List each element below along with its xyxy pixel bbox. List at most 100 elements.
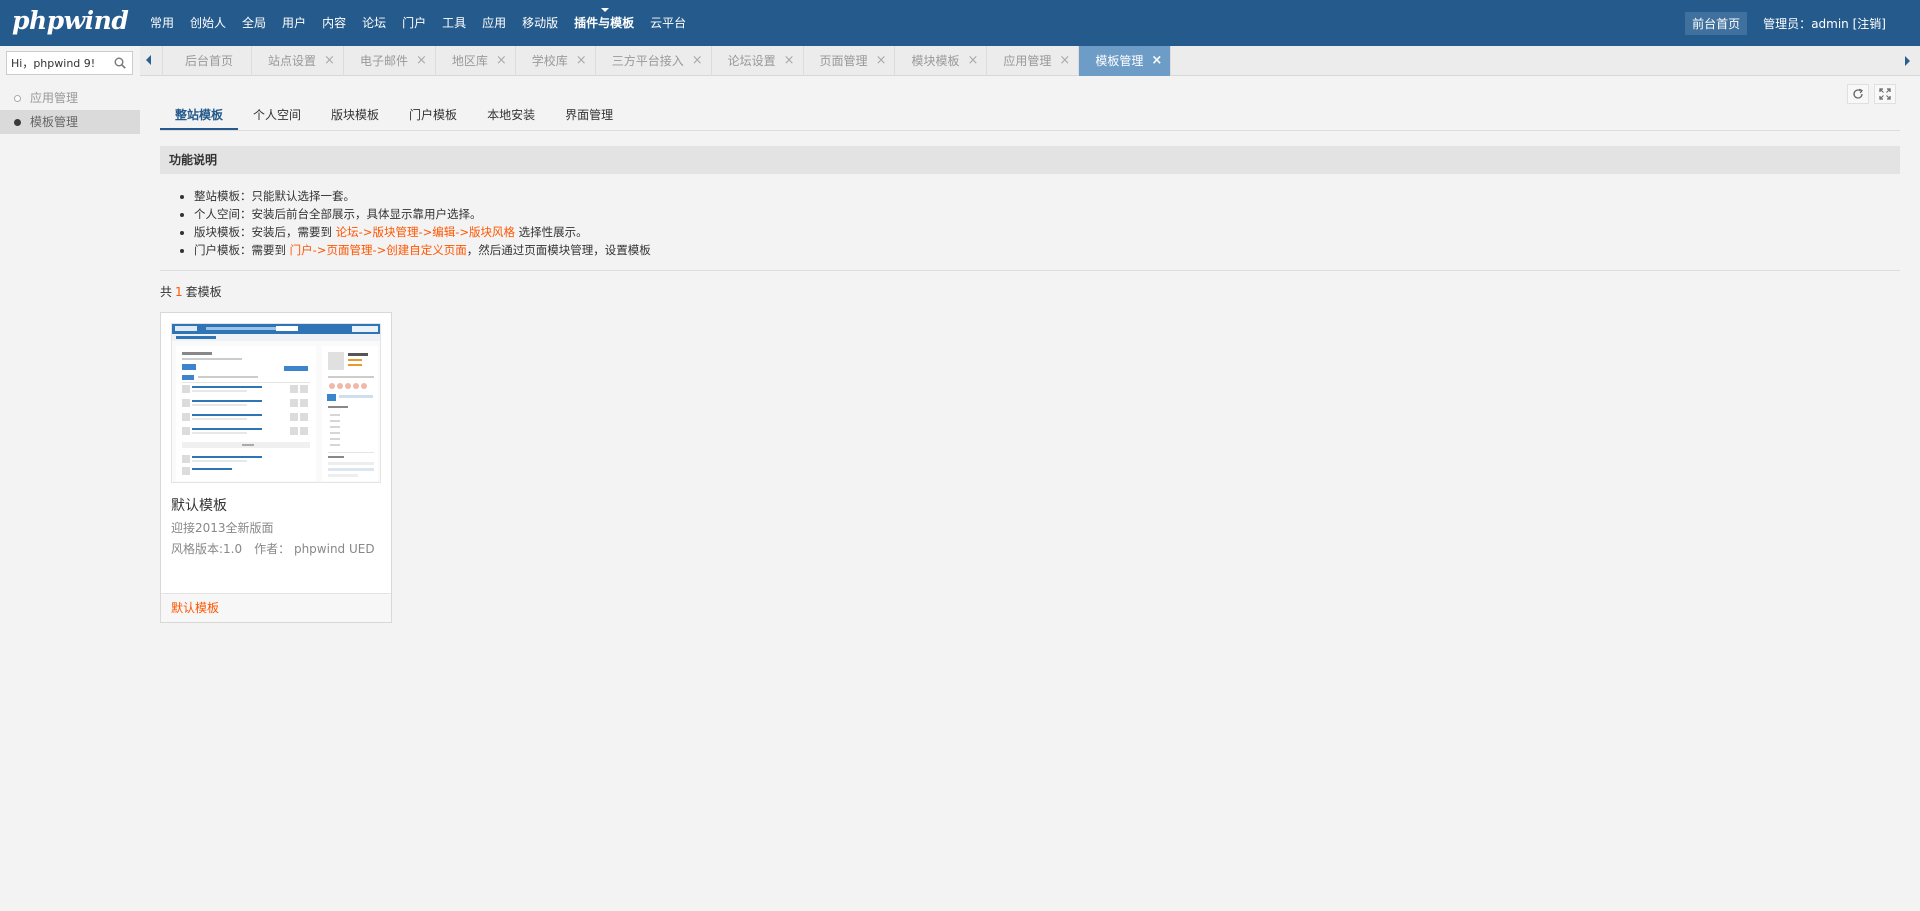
tab-admin-home[interactable]: 后台首页 — [163, 46, 253, 76]
topnav-label: 云平台 — [650, 16, 687, 30]
info-list: 整站模板：只能默认选择一套。 个人空间：安装后前台全部展示，具体显示靠用户选择。… — [194, 187, 1894, 259]
tab-label: 站点设置 — [268, 54, 317, 68]
logout-link[interactable]: [注销] — [1853, 17, 1886, 31]
tab-label: 电子邮件 — [359, 54, 408, 68]
top-navbar: phpwind 常用 创始人 全局 用户 内容 论坛 门户 工具 应用 移动版 … — [0, 0, 1920, 46]
tab-label: 应用管理 — [1003, 54, 1052, 68]
close-icon[interactable]: × — [1151, 46, 1162, 76]
close-icon[interactable]: × — [692, 46, 703, 76]
close-icon[interactable]: × — [576, 46, 587, 76]
topnav-label: 全局 — [242, 16, 267, 30]
sidebar-menu: 应用管理 模板管理 — [0, 86, 140, 134]
topnav-label: 内容 — [322, 16, 347, 30]
refresh-icon — [1853, 88, 1863, 99]
topnav-item-founder[interactable]: 创始人 — [182, 0, 234, 46]
topnav-label: 应用 — [482, 16, 507, 30]
topnav-item-global[interactable]: 全局 — [234, 0, 274, 46]
close-icon[interactable]: × — [876, 46, 887, 76]
template-type-tabs: 整站模板 个人空间 版块模板 门户模板 本地安装 界面管理 — [160, 101, 1900, 131]
info-title: 功能说明 — [160, 146, 1900, 174]
sidebar-item-app-management[interactable]: 应用管理 — [0, 86, 140, 110]
subtab-forum-templates[interactable]: 版块模板 — [316, 101, 394, 130]
topnav-label: 工具 — [442, 16, 467, 30]
close-icon[interactable]: × — [967, 46, 978, 76]
tab-scroll-left-icon[interactable] — [146, 55, 151, 65]
close-icon[interactable]: × — [784, 46, 795, 76]
tab-label: 模块模板 — [911, 54, 960, 68]
template-version: 风格版本:1.0 — [171, 542, 243, 556]
count-prefix: 共 — [160, 285, 173, 299]
front-home-button[interactable]: 前台首页 — [1685, 12, 1748, 35]
divider — [160, 270, 1900, 271]
phpwind-logo[interactable]: phpwind — [12, 6, 129, 35]
caret-down-icon — [601, 8, 610, 12]
search-icon[interactable] — [114, 57, 126, 69]
info-item: 个人空间：安装后前台全部展示，具体显示靠用户选择。 — [194, 205, 1894, 223]
topnav-label: 常用 — [150, 16, 175, 30]
subtab-local-install[interactable]: 本地安装 — [472, 101, 550, 130]
tab-site-settings[interactable]: 站点设置 × — [252, 46, 344, 76]
template-author: 作者： phpwind UED — [254, 542, 375, 556]
left-sidebar: 应用管理 模板管理 — [0, 46, 140, 911]
template-description: 迎接2013全新版面 — [171, 521, 274, 535]
tab-label: 学校库 — [531, 54, 568, 68]
close-icon[interactable]: × — [496, 46, 507, 76]
tab-page-management[interactable]: 页面管理 × — [804, 46, 896, 76]
tab-label: 后台首页 — [185, 54, 234, 68]
topnav-item-plugins-templates[interactable]: 插件与模板 — [566, 0, 642, 46]
subtab-ui-management[interactable]: 界面管理 — [550, 101, 628, 130]
info-item: 门户模板：需要到 门户->页面管理->创建自定义页面，然后通过页面模块管理，设置… — [194, 241, 1894, 259]
admin-prefix: 管理员： — [1763, 17, 1812, 31]
fullscreen-icon — [1879, 88, 1891, 100]
subtab-portal-templates[interactable]: 门户模板 — [394, 101, 472, 130]
template-name: 默认模板 — [171, 498, 227, 514]
tab-app-management[interactable]: 应用管理 × — [987, 46, 1080, 76]
topnav-label: 论坛 — [362, 16, 387, 30]
tab-template-management[interactable]: 模板管理 × — [1079, 46, 1172, 76]
template-thumbnail[interactable] — [171, 323, 381, 483]
main-content: 整站模板 个人空间 版块模板 门户模板 本地安装 界面管理 功能说明 整站模板：… — [140, 77, 1920, 911]
tab-bar: 后台首页 站点设置 × 电子邮件 × 地区库 × 学校库 × 三方平台接入 × 论坛设置 ×… — [140, 46, 1920, 76]
topnav-item-portal[interactable]: 门户 — [394, 0, 434, 46]
count-suffix: 套模板 — [185, 285, 222, 299]
tab-email[interactable]: 电子邮件 × — [344, 46, 436, 76]
info-text: 选择性展示。 — [515, 225, 588, 239]
bullet-icon — [14, 95, 21, 102]
info-text: ，然后通过页面模块管理，设置模板 — [466, 243, 651, 257]
admin-name: admin — [1811, 17, 1849, 31]
tab-label: 地区库 — [451, 54, 488, 68]
topnav-item-users[interactable]: 用户 — [274, 0, 314, 46]
tab-label: 三方平台接入 — [611, 54, 684, 68]
sidebar-item-label: 模板管理 — [30, 115, 79, 129]
top-nav: 常用 创始人 全局 用户 内容 论坛 门户 工具 应用 移动版 插件与模板 云平… — [142, 0, 694, 46]
subtab-site-templates[interactable]: 整站模板 — [160, 101, 239, 130]
topnav-item-tools[interactable]: 工具 — [434, 0, 474, 46]
template-status: 默认模板 — [161, 593, 391, 622]
close-icon[interactable]: × — [416, 46, 427, 76]
topnav-item-common[interactable]: 常用 — [142, 0, 182, 46]
topnav-item-mobile[interactable]: 移动版 — [514, 0, 566, 46]
topnav-item-forum[interactable]: 论坛 — [354, 0, 394, 46]
tab-module-templates[interactable]: 模块模板 × — [895, 46, 988, 76]
bullet-icon — [14, 119, 21, 126]
header-right: 前台首页 管理员：admin [注销] — [1685, 12, 1886, 35]
tab-schools[interactable]: 学校库 × — [516, 46, 596, 76]
tab-forum-settings[interactable]: 论坛设置 × — [712, 46, 804, 76]
custom-page-link[interactable]: 门户->页面管理->创建自定义页面 — [290, 243, 467, 257]
tab-regions[interactable]: 地区库 × — [436, 46, 516, 76]
template-card[interactable]: 默认模板 迎接2013全新版面 风格版本:1.0 作者： phpwind UED … — [160, 312, 392, 623]
tab-label: 论坛设置 — [727, 54, 776, 68]
topnav-item-cloud[interactable]: 云平台 — [642, 0, 694, 46]
forum-style-link[interactable]: 论坛->版块管理->编辑->版块风格 — [336, 225, 515, 239]
topnav-item-apps[interactable]: 应用 — [474, 0, 514, 46]
topnav-item-content[interactable]: 内容 — [314, 0, 354, 46]
close-icon[interactable]: × — [324, 46, 335, 76]
tab-scroll-right-icon[interactable] — [1905, 56, 1910, 66]
search-input[interactable] — [7, 52, 107, 74]
subtab-personal-space[interactable]: 个人空间 — [238, 101, 316, 130]
close-icon[interactable]: × — [1059, 46, 1070, 76]
tab-label: 模板管理 — [1095, 54, 1144, 68]
topnav-label: 创始人 — [190, 16, 227, 30]
tab-third-party[interactable]: 三方平台接入 × — [596, 46, 712, 76]
sidebar-item-template-management[interactable]: 模板管理 — [0, 110, 140, 134]
